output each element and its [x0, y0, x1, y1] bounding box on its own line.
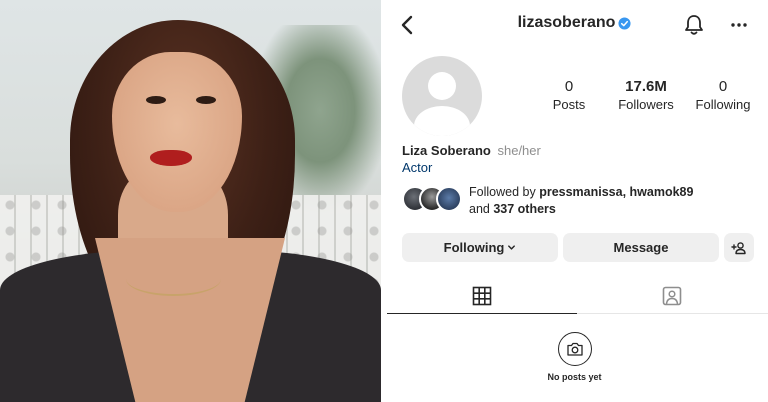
username: lizasoberano	[517, 14, 616, 31]
stat-posts[interactable]: 0 Posts	[531, 78, 607, 114]
followed-by-others: 337 others	[493, 202, 556, 216]
avatar-placeholder-body	[414, 106, 470, 136]
following-label: Following	[695, 97, 751, 112]
add-person-icon	[731, 241, 746, 254]
tagged-person-icon	[662, 286, 682, 306]
grid-icon	[472, 286, 492, 305]
camera-icon	[566, 342, 583, 356]
following-count: 0	[718, 78, 728, 95]
tab-posts-grid[interactable]	[387, 278, 577, 314]
posts-label: Posts	[552, 97, 586, 112]
profile-username-header: lizasoberano	[381, 14, 768, 32]
followers-label: Followers	[618, 97, 674, 112]
bell-icon[interactable]	[681, 12, 707, 38]
followed-by-prefix: Followed by	[469, 185, 540, 199]
following-button-label: Following	[443, 240, 505, 255]
profile-photo	[0, 0, 381, 402]
avatar-placeholder-head	[428, 72, 456, 100]
no-posts-text: No posts yet	[547, 372, 602, 382]
instagram-profile-panel: lizasoberano 0 Posts 17.6M Followers 0 F…	[381, 0, 768, 402]
chevron-down-icon	[508, 245, 516, 250]
followed-by-and: and	[469, 202, 494, 216]
pronouns: she/her	[497, 143, 541, 158]
followed-by-text[interactable]: Followed by pressmanissa, hwamok89 and 3…	[469, 184, 759, 218]
message-button[interactable]: Message	[563, 233, 719, 262]
more-horizontal-icon[interactable]	[726, 12, 752, 38]
display-name-line: Liza Soberano she/her	[402, 143, 541, 158]
top-bar: lizasoberano	[381, 0, 768, 52]
photo-right-eye	[196, 96, 216, 104]
stat-following[interactable]: 0 Following	[685, 78, 761, 114]
display-name: Liza Soberano	[402, 143, 491, 158]
followers-count: 17.6M	[625, 78, 667, 95]
photo-lips	[150, 150, 192, 166]
profile-tabs	[387, 278, 768, 314]
suggested-users-button[interactable]	[724, 233, 754, 262]
mutual-followers-avatars[interactable]	[402, 186, 464, 214]
posts-count: 0	[564, 78, 574, 95]
photo-left-eye	[146, 96, 166, 104]
following-button[interactable]: Following	[402, 233, 558, 262]
verified-badge-icon	[618, 16, 631, 30]
message-button-label: Message	[613, 240, 669, 255]
followed-by-users: pressmanissa, hwamok89	[539, 185, 694, 199]
camera-circle	[557, 332, 592, 366]
stat-followers[interactable]: 17.6M Followers	[608, 78, 684, 114]
empty-posts-state: No posts yet	[381, 332, 768, 382]
profile-stats: 0 Posts 17.6M Followers 0 Following	[531, 78, 761, 114]
profile-category[interactable]: Actor	[402, 160, 432, 175]
photo-necklace	[126, 262, 221, 296]
mutual-avatar	[436, 186, 462, 212]
tab-tagged[interactable]	[577, 278, 767, 314]
avatar[interactable]	[402, 56, 482, 136]
